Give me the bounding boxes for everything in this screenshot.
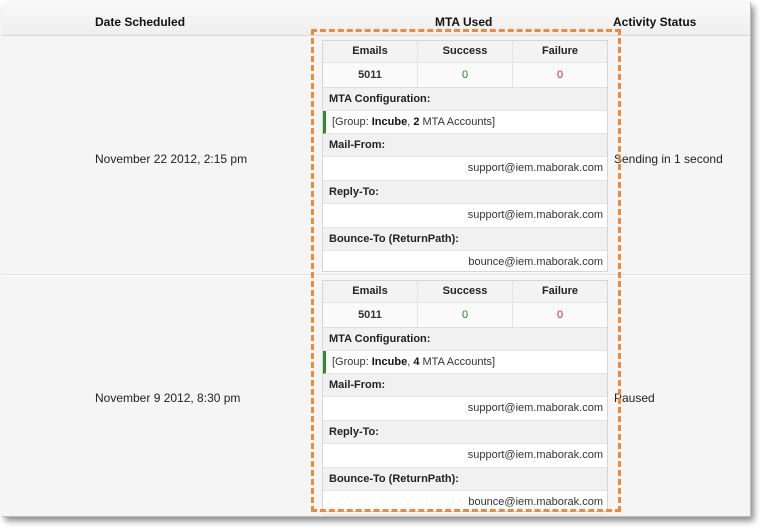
bounce-to-value: bounce@iem.maborak.com — [323, 251, 607, 275]
stat-emails-label: Emails — [323, 281, 417, 303]
mail-from-value: support@iem.maborak.com — [323, 397, 607, 421]
header-date-scheduled[interactable]: Date Scheduled — [95, 15, 185, 29]
bounce-to-value: bounce@iem.maborak.com — [323, 491, 607, 515]
table-row: November 22 2012, 2:15 pm Emails 5011 Su… — [2, 36, 750, 275]
date-scheduled-cell: November 9 2012, 8:30 pm — [95, 391, 241, 405]
reply-to-value: support@iem.maborak.com — [323, 444, 607, 468]
activity-status-cell: Sending in 1 second — [614, 152, 723, 166]
mta-details-panel: Emails 5011 Success 0 Failure 0 MTA Conf… — [322, 280, 608, 515]
activity-status-cell: Paused — [614, 391, 655, 405]
stat-failure: Failure 0 — [513, 281, 607, 327]
stat-failure-label: Failure — [513, 41, 607, 63]
stat-success-value: 0 — [418, 303, 512, 327]
stat-emails: Emails 5011 — [323, 281, 418, 327]
stat-success-value: 0 — [418, 63, 512, 87]
mta-configuration-label: MTA Configuration: — [323, 328, 607, 351]
config-group: Incube — [371, 116, 408, 128]
date-scheduled-cell: November 22 2012, 2:15 pm — [95, 152, 248, 166]
stat-failure-label: Failure — [513, 281, 607, 303]
table-row: November 9 2012, 8:30 pm Emails 5011 Suc… — [2, 276, 750, 516]
mta-stats: Emails 5011 Success 0 Failure 0 — [323, 41, 607, 88]
mta-stats: Emails 5011 Success 0 Failure 0 — [323, 281, 607, 328]
reply-to-label: Reply-To: — [323, 421, 607, 444]
mta-configuration-value: [Group: Incube, 2 MTA Accounts] — [323, 111, 607, 134]
mail-from-label: Mail-From: — [323, 374, 607, 397]
header-activity-status[interactable]: Activity Status — [613, 15, 696, 29]
config-group: Incube — [371, 356, 408, 368]
config-suffix: MTA Accounts] — [419, 356, 496, 368]
bounce-to-label: Bounce-To (ReturnPath): — [323, 228, 607, 251]
stat-emails-value: 5011 — [323, 303, 417, 327]
stat-success: Success 0 — [418, 41, 513, 87]
stat-emails-label: Emails — [323, 41, 417, 63]
mail-from-label: Mail-From: — [323, 134, 607, 157]
stat-failure-value: 0 — [513, 63, 607, 87]
table-header: Date Scheduled MTA Used Activity Status — [2, 2, 750, 36]
config-prefix: [Group: — [332, 356, 372, 368]
reply-to-label: Reply-To: — [323, 181, 607, 204]
schedule-table: Date Scheduled MTA Used Activity Status … — [2, 2, 751, 517]
stat-emails: Emails 5011 — [323, 41, 418, 87]
stat-success: Success 0 — [418, 281, 513, 327]
stat-success-label: Success — [418, 281, 512, 303]
stat-failure-value: 0 — [513, 303, 607, 327]
mta-configuration-label: MTA Configuration: — [323, 88, 607, 111]
mta-details-panel: Emails 5011 Success 0 Failure 0 MTA Conf… — [322, 40, 608, 275]
stat-failure: Failure 0 — [513, 41, 607, 87]
stat-emails-value: 5011 — [323, 63, 417, 87]
mta-configuration-value: [Group: Incube, 4 MTA Accounts] — [323, 351, 607, 374]
bounce-to-label: Bounce-To (ReturnPath): — [323, 468, 607, 491]
mail-from-value: support@iem.maborak.com — [323, 157, 607, 181]
stat-success-label: Success — [418, 41, 512, 63]
header-mta-used[interactable]: MTA Used — [435, 15, 492, 29]
config-suffix: MTA Accounts] — [419, 116, 496, 128]
config-prefix: [Group: — [332, 116, 372, 128]
reply-to-value: support@iem.maborak.com — [323, 204, 607, 228]
